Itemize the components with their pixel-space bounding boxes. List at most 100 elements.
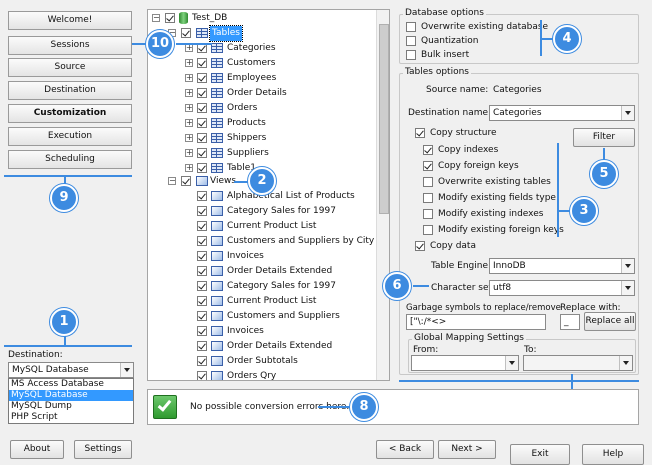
item-checkbox[interactable]: [197, 221, 207, 231]
tree-view-label: Alphabetical List of Products: [227, 191, 355, 201]
checkbox[interactable]: [406, 22, 416, 32]
callout-stem-1: [64, 336, 66, 345]
tree-scrollbar-thumb[interactable]: [379, 24, 389, 214]
tree-view-label: Orders Qry: [227, 371, 277, 381]
nav-scheduling-button[interactable]: Scheduling: [8, 150, 132, 169]
option-label: Modify existing fields type: [438, 193, 556, 203]
about-button[interactable]: About: [10, 440, 64, 459]
checkbox[interactable]: [423, 177, 433, 187]
charset-select[interactable]: utf8: [489, 280, 635, 296]
settings-button[interactable]: Settings: [74, 440, 132, 459]
view-icon: [211, 356, 223, 366]
option-label: Copy structure: [430, 128, 497, 138]
collapse-icon[interactable]: −: [152, 14, 160, 22]
checkbox[interactable]: [423, 225, 433, 235]
nav-execution-button[interactable]: Execution: [8, 127, 132, 146]
checkbox[interactable]: [415, 128, 425, 138]
item-checkbox[interactable]: [197, 266, 207, 276]
collapse-icon[interactable]: −: [168, 177, 176, 185]
table-icon: [211, 103, 223, 113]
filter-button[interactable]: Filter: [573, 128, 635, 147]
item-checkbox[interactable]: [197, 133, 207, 143]
exit-button[interactable]: Exit: [510, 444, 570, 465]
expand-icon[interactable]: +: [185, 74, 193, 82]
destination-option-php-script[interactable]: PHP Script: [9, 412, 133, 423]
next-button[interactable]: Next >: [438, 440, 496, 459]
views-checkbox[interactable]: [181, 176, 191, 186]
table-engine-select[interactable]: InnoDB: [489, 258, 635, 274]
help-button[interactable]: Help: [582, 444, 644, 465]
expand-icon[interactable]: +: [185, 149, 193, 157]
item-checkbox[interactable]: [197, 236, 207, 246]
nav-source-button[interactable]: Source: [8, 58, 132, 77]
item-checkbox[interactable]: [197, 311, 207, 321]
item-checkbox[interactable]: [197, 88, 207, 98]
expand-icon[interactable]: +: [185, 59, 193, 67]
nav-welcome-button[interactable]: Welcome!: [8, 11, 132, 30]
nav-sessions-button[interactable]: Sessions: [8, 36, 132, 55]
view-icon: [211, 236, 223, 246]
item-checkbox[interactable]: [197, 191, 207, 201]
object-tree[interactable]: − Test_DB − Tables + Categories + Customers…: [147, 9, 390, 381]
checkbox[interactable]: [415, 241, 425, 251]
checkbox[interactable]: [423, 161, 433, 171]
item-checkbox[interactable]: [197, 73, 207, 83]
expand-icon[interactable]: +: [185, 89, 193, 97]
item-checkbox[interactable]: [197, 148, 207, 158]
expand-icon[interactable]: +: [185, 119, 193, 127]
back-button[interactable]: < Back: [376, 440, 434, 459]
chevron-down-icon[interactable]: [505, 356, 518, 370]
expand-icon[interactable]: +: [185, 164, 193, 172]
replace-with-input[interactable]: _: [560, 314, 580, 330]
badge-4: 4: [553, 25, 581, 53]
checkbox[interactable]: [423, 193, 433, 203]
item-checkbox[interactable]: [197, 118, 207, 128]
item-checkbox[interactable]: [197, 251, 207, 261]
destination-option-mysql-database[interactable]: MySQL Database: [9, 390, 133, 401]
item-checkbox[interactable]: [197, 103, 207, 113]
item-checkbox[interactable]: [197, 206, 207, 216]
destination-option-access[interactable]: MS Access Database: [9, 379, 133, 390]
chevron-down-icon[interactable]: [621, 281, 634, 295]
destination-select[interactable]: MySQL Database: [8, 362, 134, 378]
destination-option-mysql-dump[interactable]: MySQL Dump: [9, 401, 133, 412]
garbage-symbols-input[interactable]: ["\:/*<>: [406, 314, 546, 330]
item-checkbox[interactable]: [197, 371, 207, 380]
table-icon: [211, 88, 223, 98]
tree-scrollbar[interactable]: [376, 10, 389, 380]
chevron-down-icon[interactable]: [621, 259, 634, 273]
item-checkbox[interactable]: [197, 296, 207, 306]
badge-3: 3: [570, 197, 598, 225]
expand-icon[interactable]: +: [185, 44, 193, 52]
destination-name-select[interactable]: Categories: [489, 105, 635, 121]
item-checkbox[interactable]: [197, 356, 207, 366]
expand-icon[interactable]: +: [185, 104, 193, 112]
mapping-to-select[interactable]: [523, 355, 633, 371]
checkbox[interactable]: [406, 36, 416, 46]
item-checkbox[interactable]: [197, 326, 207, 336]
checkbox[interactable]: [423, 209, 433, 219]
destination-selected-value: MySQL Database: [12, 365, 89, 375]
option-label: Bulk insert: [421, 50, 470, 60]
chevron-down-icon[interactable]: [621, 106, 634, 120]
item-checkbox[interactable]: [197, 341, 207, 351]
mapping-from-select[interactable]: [411, 355, 519, 371]
chevron-down-icon[interactable]: [120, 363, 133, 377]
tree-view-label: Current Product List: [227, 221, 317, 231]
option-label: Overwrite existing database: [421, 22, 549, 32]
expand-icon[interactable]: +: [185, 134, 193, 142]
checkbox[interactable]: [423, 145, 433, 155]
item-checkbox[interactable]: [197, 163, 207, 173]
tree-table-label: Employees: [227, 73, 277, 83]
from-label: From:: [413, 345, 439, 355]
root-checkbox[interactable]: [165, 13, 175, 23]
replace-all-button[interactable]: Replace all: [584, 312, 636, 331]
nav-destination-button[interactable]: Destination: [8, 81, 132, 100]
item-checkbox[interactable]: [197, 281, 207, 291]
chevron-down-icon[interactable]: [619, 356, 632, 370]
badge-5: 5: [590, 160, 618, 188]
nav-customization-button[interactable]: Customization: [8, 104, 132, 123]
item-checkbox[interactable]: [197, 58, 207, 68]
tables-checkbox[interactable]: [181, 28, 191, 38]
checkbox[interactable]: [406, 50, 416, 60]
